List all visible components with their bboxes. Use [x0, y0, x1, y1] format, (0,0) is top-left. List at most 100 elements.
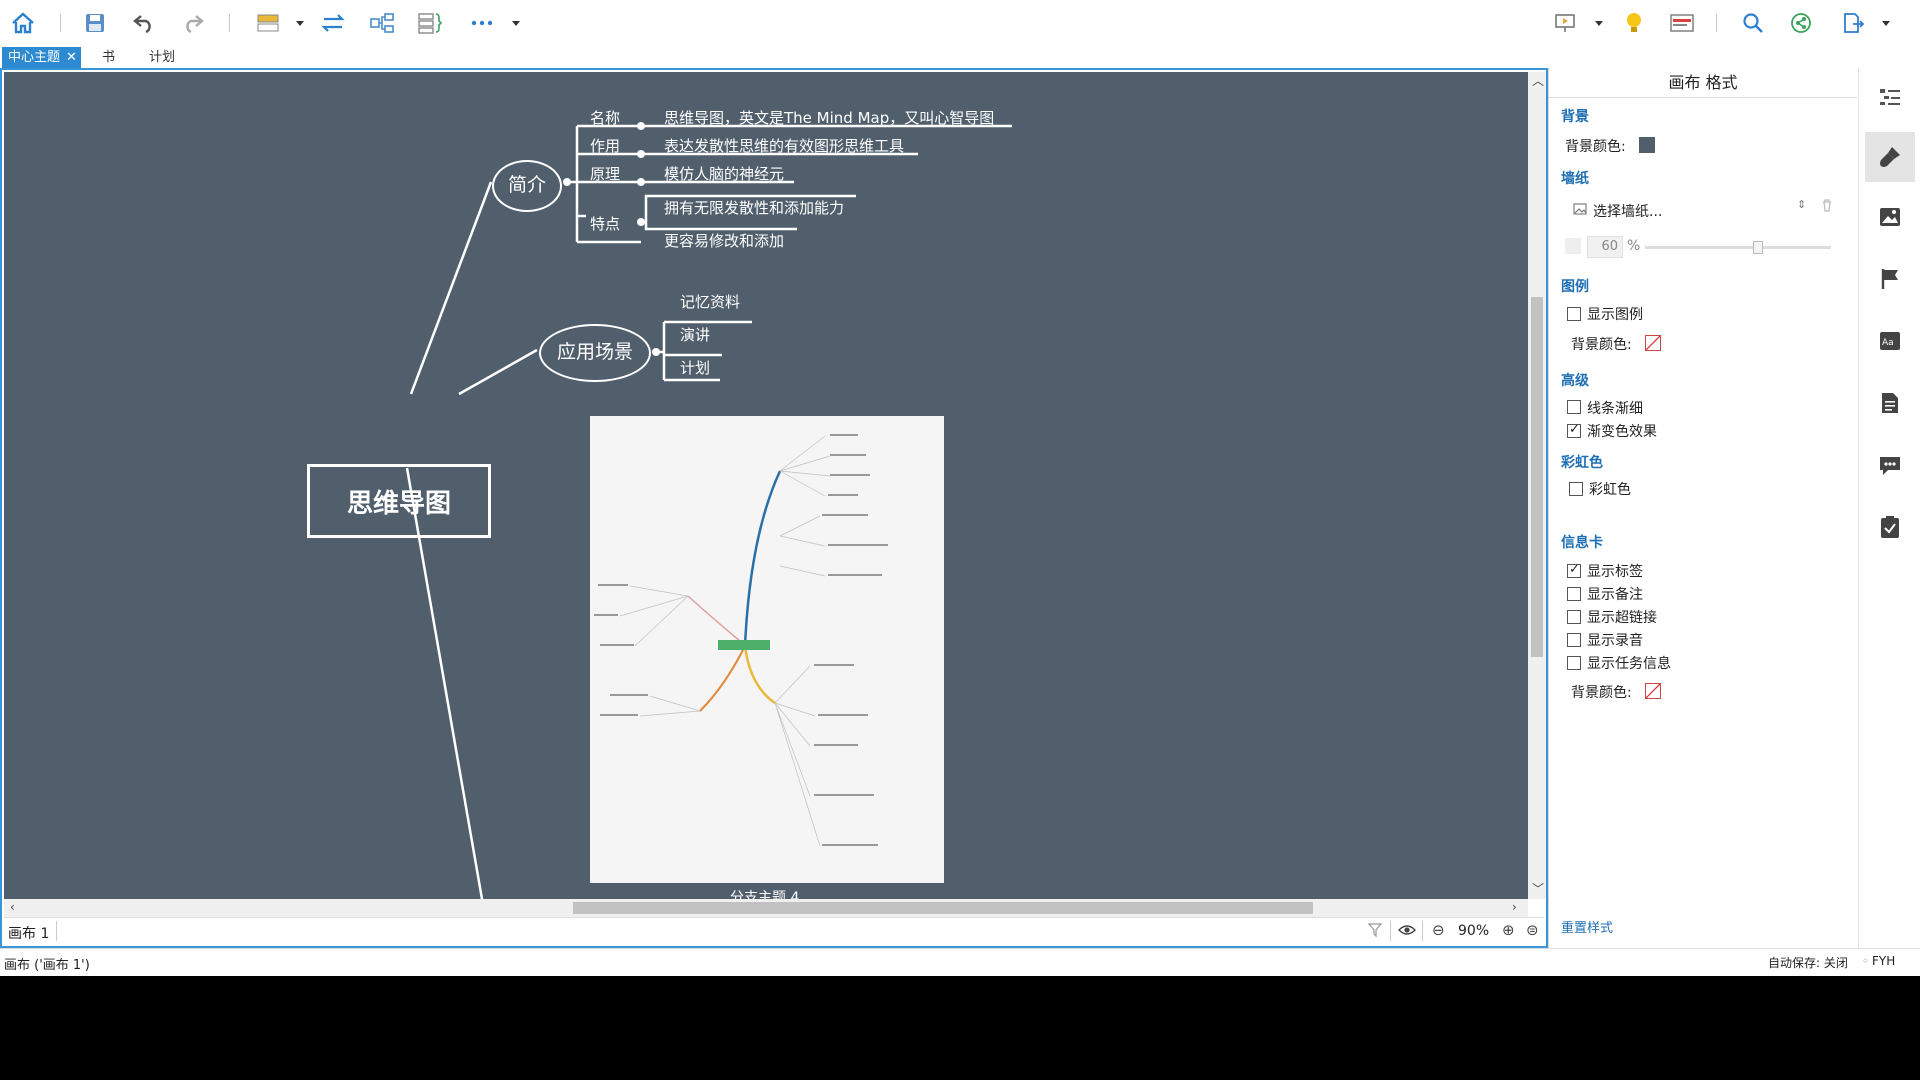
- note-icon[interactable]: [1865, 378, 1915, 428]
- section-wallpaper: 墙纸: [1561, 171, 1589, 187]
- show-hyperlink-checkbox[interactable]: [1567, 610, 1581, 624]
- sheet-name[interactable]: 画布 1: [8, 923, 49, 943]
- horizontal-scrollbar[interactable]: ‹ ›: [4, 899, 1528, 917]
- panel-title: 画布 格式: [1549, 68, 1857, 98]
- percent-label: %: [1627, 238, 1641, 254]
- branch-topic-4[interactable]: 分支主题 4: [730, 888, 799, 899]
- central-topic[interactable]: 思维导图: [307, 464, 491, 538]
- comment-icon[interactable]: [1865, 440, 1915, 490]
- reset-style-link[interactable]: 重置样式: [1561, 917, 1613, 936]
- rainbow-checkbox[interactable]: [1569, 482, 1583, 496]
- format-panel: 画布 格式 背景 背景颜色: 墙纸 选择墙纸... ⇕ 60 % 图例 显示图例…: [1548, 68, 1858, 948]
- opacity-input[interactable]: 60: [1587, 236, 1623, 258]
- summary-icon[interactable]: [415, 8, 445, 38]
- chevron-down-icon[interactable]: [1880, 14, 1892, 32]
- divider: [1390, 921, 1391, 941]
- fit-icon[interactable]: ⊜: [1526, 921, 1539, 939]
- scroll-left-icon[interactable]: ‹: [10, 900, 15, 914]
- subtopic-memory[interactable]: 记忆资料: [680, 292, 740, 312]
- tab-book[interactable]: 书: [96, 47, 121, 68]
- taper-lines-checkbox[interactable]: [1567, 400, 1581, 414]
- presentation-icon[interactable]: [1550, 8, 1580, 38]
- show-legend-checkbox[interactable]: [1567, 307, 1581, 321]
- section-advanced: 高级: [1561, 373, 1589, 389]
- eye-icon[interactable]: [1398, 923, 1416, 941]
- app-window: 中心主题 ✕ 书 计划 思维导图 简介 应用场景 名称 作用 原理 特点 思维导…: [0, 0, 1920, 976]
- show-notes-checkbox[interactable]: [1567, 587, 1581, 601]
- show-labels-checkbox[interactable]: [1567, 562, 1581, 578]
- more-icon[interactable]: [467, 8, 497, 38]
- layout-icon[interactable]: [253, 8, 283, 38]
- format-brush-icon[interactable]: [1865, 132, 1915, 182]
- undo-icon[interactable]: [129, 8, 159, 38]
- flag-icon[interactable]: [1865, 254, 1915, 304]
- slider-handle[interactable]: [1753, 241, 1763, 254]
- section-background: 背景: [1561, 109, 1589, 125]
- tab-label: 书: [102, 50, 116, 65]
- subtopic-plan[interactable]: 计划: [680, 358, 710, 378]
- idea-icon[interactable]: [1619, 8, 1649, 38]
- opacity-checkbox[interactable]: [1565, 238, 1581, 254]
- scroll-up-icon[interactable]: ︿: [1532, 72, 1544, 89]
- user-name: FYH: [1872, 954, 1896, 968]
- redo-icon[interactable]: [178, 8, 208, 38]
- status-bar: 画布 ('画布 1') 自动保存: 关闭 ◦ FYH: [0, 948, 1920, 976]
- filter-icon[interactable]: [1367, 922, 1383, 942]
- subtopic-role-key[interactable]: 作用: [590, 136, 620, 156]
- export-icon[interactable]: [1838, 8, 1868, 38]
- mindmap-canvas[interactable]: 思维导图 简介 应用场景 名称 作用 原理 特点 思维导图，英文是The Min…: [4, 72, 1528, 899]
- chevron-down-icon[interactable]: [294, 14, 306, 32]
- gradient-checkbox[interactable]: [1567, 422, 1581, 438]
- structure-icon[interactable]: [367, 8, 397, 38]
- close-icon[interactable]: ✕: [66, 50, 77, 65]
- subtopic-name-key[interactable]: 名称: [590, 108, 620, 128]
- legend-color-swatch[interactable]: [1645, 335, 1661, 351]
- scrollbar-thumb[interactable]: [1531, 297, 1543, 657]
- legend-color-label: 背景颜色:: [1571, 337, 1632, 353]
- scroll-right-icon[interactable]: ›: [1512, 900, 1517, 914]
- autosave-status[interactable]: 自动保存: 关闭: [1768, 954, 1848, 971]
- subtopic-name-value[interactable]: 思维导图，英文是The Mind Map，又叫心智导图: [664, 108, 994, 128]
- task-icon[interactable]: [1865, 502, 1915, 552]
- tab-central-topic[interactable]: 中心主题 ✕: [2, 47, 81, 68]
- subtopic-speech[interactable]: 演讲: [680, 325, 710, 345]
- text-style-icon[interactable]: Aa: [1865, 316, 1915, 366]
- opacity-slider[interactable]: [1645, 241, 1831, 254]
- home-icon[interactable]: [8, 8, 38, 38]
- chevron-down-icon[interactable]: [510, 14, 522, 32]
- subtopic-role-value[interactable]: 表达发散性思维的有效图形思维工具: [664, 136, 904, 156]
- topic-scenarios[interactable]: 应用场景: [539, 324, 651, 382]
- canvas-frame: 思维导图 简介 应用场景 名称 作用 原理 特点 思维导图，英文是The Min…: [0, 68, 1548, 948]
- zoom-level[interactable]: 90%: [1458, 923, 1489, 939]
- wallpaper-select[interactable]: 选择墙纸...: [1593, 201, 1662, 221]
- chevron-down-icon[interactable]: [1593, 14, 1605, 32]
- vertical-scrollbar[interactable]: ︿ ﹀: [1528, 72, 1546, 899]
- outline-list-icon[interactable]: [1865, 72, 1915, 122]
- show-task-checkbox[interactable]: [1567, 656, 1581, 670]
- tab-plan[interactable]: 计划: [143, 47, 181, 68]
- subtopic-principle-key[interactable]: 原理: [590, 164, 620, 184]
- subtopic-feature-key[interactable]: 特点: [590, 214, 620, 234]
- save-icon[interactable]: [80, 8, 110, 38]
- infocard-color-swatch[interactable]: [1645, 683, 1661, 699]
- trash-icon[interactable]: [1821, 199, 1833, 216]
- background-color-swatch[interactable]: [1639, 137, 1655, 153]
- image-icon[interactable]: [1865, 192, 1915, 242]
- toolbar-separator: [229, 14, 230, 32]
- topic-intro[interactable]: 简介: [492, 160, 562, 212]
- swap-icon[interactable]: [318, 8, 348, 38]
- scrollbar-thumb[interactable]: [573, 902, 1313, 914]
- share-icon[interactable]: [1786, 8, 1816, 38]
- zoom-out-icon[interactable]: ⊖: [1432, 921, 1445, 939]
- embedded-mindmap-image[interactable]: [590, 416, 944, 883]
- subtopic-principle-value[interactable]: 模仿人脑的神经元: [664, 164, 784, 184]
- search-icon[interactable]: [1738, 8, 1768, 38]
- zoom-in-icon[interactable]: ⊕: [1502, 921, 1515, 939]
- show-audio-checkbox[interactable]: [1567, 633, 1581, 647]
- subtopic-feature-value[interactable]: 拥有无限发散性和添加能力: [664, 198, 844, 218]
- sort-icon[interactable]: ⇕: [1797, 198, 1806, 211]
- scroll-down-icon[interactable]: ﹀: [1532, 880, 1544, 897]
- section-legend: 图例: [1561, 279, 1589, 295]
- subtopic-feature-value[interactable]: 更容易修改和添加: [664, 231, 784, 251]
- outline-icon[interactable]: [1667, 8, 1697, 38]
